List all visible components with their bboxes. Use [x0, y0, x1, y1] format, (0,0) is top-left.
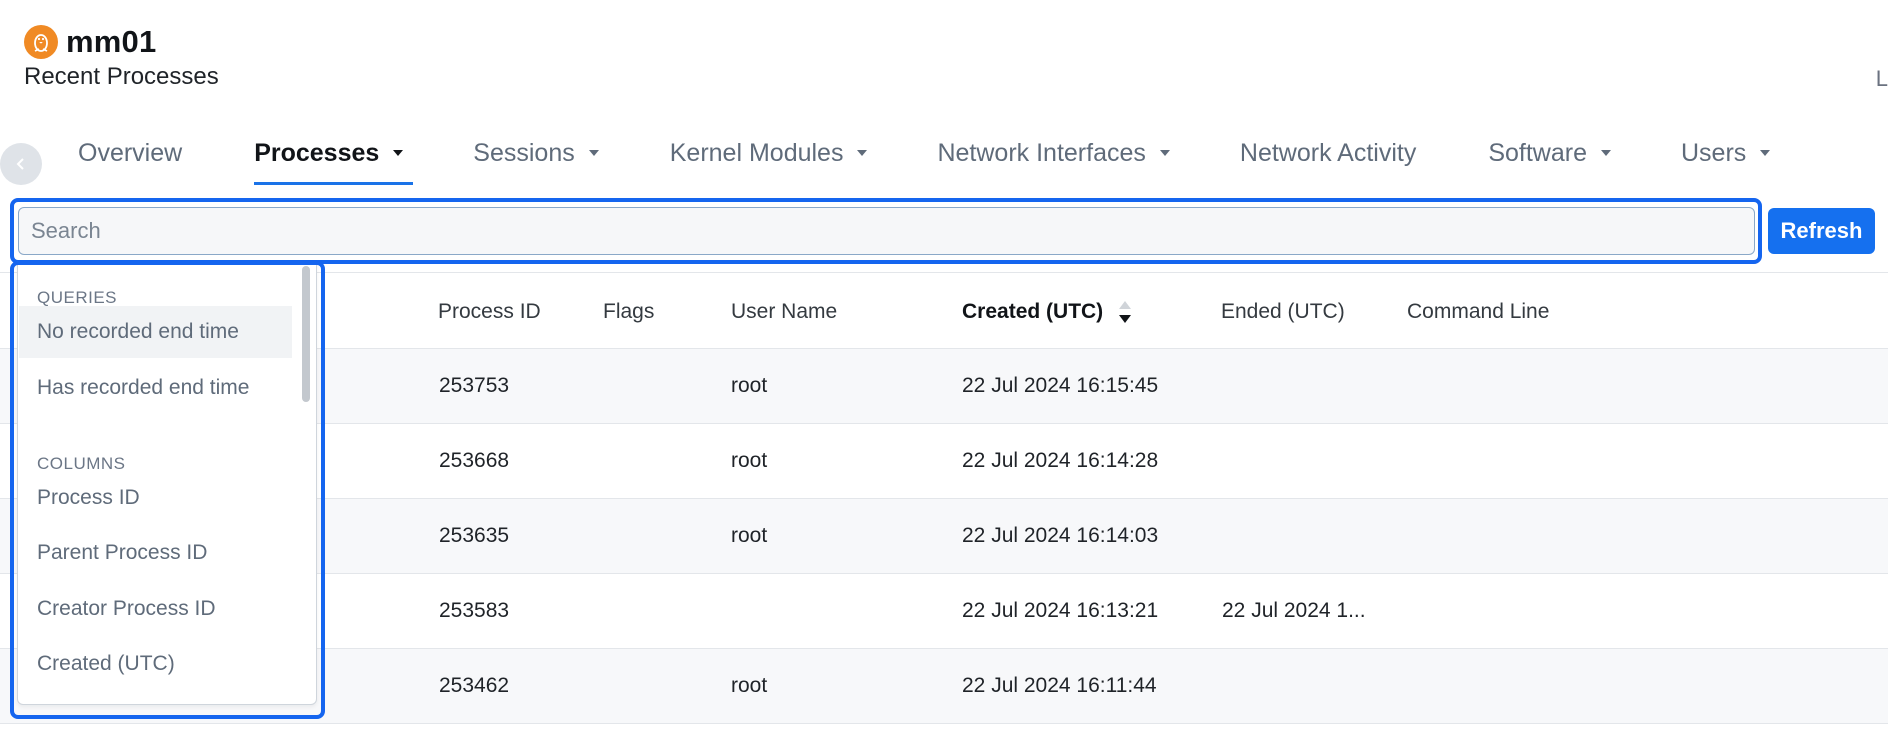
cell-created: 22 Jul 2024 16:15:45: [962, 374, 1159, 397]
column-header-created[interactable]: Created (UTC): [962, 300, 1132, 324]
tab-users[interactable]: Users: [1681, 132, 1771, 174]
chevron-left-icon: [16, 158, 24, 170]
tab-label: Network Interfaces: [937, 138, 1146, 167]
tab-label: Kernel Modules: [669, 138, 844, 167]
cell-created: 22 Jul 2024 16:11:44: [962, 674, 1157, 697]
column-header-process-id[interactable]: Process ID: [438, 300, 541, 324]
tab-label: Sessions: [473, 138, 575, 167]
host-header: mm01: [24, 24, 156, 60]
tab-processes[interactable]: Processes: [254, 132, 414, 185]
caret-down-icon: [857, 150, 868, 156]
caret-down-icon: [588, 150, 599, 156]
page-subtitle: Recent Processes: [24, 63, 219, 90]
tab-sessions[interactable]: Sessions: [473, 132, 599, 174]
sort-arrows-icon: [1119, 301, 1132, 324]
caret-down-icon: [1601, 150, 1611, 156]
cell-process-id: 253462: [439, 674, 510, 697]
column-header-user-name[interactable]: User Name: [731, 300, 837, 324]
cell-user-name: root: [731, 449, 768, 472]
tab-label: Overview: [78, 138, 183, 167]
tab-overview[interactable]: Overview: [78, 132, 182, 174]
dropdown-highlight-frame: [10, 261, 325, 719]
tab-network-activity[interactable]: Network Activity: [1240, 132, 1416, 174]
cell-user-name: root: [731, 374, 768, 397]
search-input[interactable]: [18, 207, 1755, 255]
column-header-label: Created (UTC): [962, 300, 1104, 323]
caret-down-icon: [393, 150, 404, 156]
cell-process-id: 253753: [439, 374, 510, 397]
cell-process-id: 253583: [439, 599, 510, 622]
cell-ended: 22 Jul 2024 1...: [1222, 599, 1366, 622]
column-header-flags[interactable]: Flags: [603, 300, 654, 324]
cell-process-id: 253635: [439, 524, 510, 547]
tab-label: Network Activity: [1239, 138, 1417, 167]
cell-process-id: 253668: [439, 449, 510, 472]
column-header-command-line[interactable]: Command Line: [1407, 300, 1549, 324]
refresh-button[interactable]: Refresh: [1768, 208, 1875, 254]
host-name: mm01: [66, 24, 157, 59]
cell-created: 22 Jul 2024 16:13:21: [962, 599, 1159, 622]
cell-user-name: root: [731, 674, 768, 697]
tabs-scroll-left-button[interactable]: [0, 143, 42, 185]
tab-label: Software: [1488, 138, 1587, 167]
linux-tux-icon: [24, 25, 58, 59]
column-header-ended[interactable]: Ended (UTC): [1221, 300, 1345, 324]
caret-down-icon: [1159, 150, 1170, 156]
tab-bar: Overview Processes Sessions Kernel Modul…: [78, 132, 1771, 186]
cell-created: 22 Jul 2024 16:14:03: [962, 524, 1159, 547]
tab-software[interactable]: Software: [1488, 132, 1611, 174]
tab-network-interfaces[interactable]: Network Interfaces: [937, 132, 1170, 174]
caret-down-icon: [1760, 150, 1771, 156]
tab-kernel-modules[interactable]: Kernel Modules: [670, 132, 868, 174]
cell-created: 22 Jul 2024 16:14:28: [962, 449, 1159, 472]
clipped-header-text: L: [1875, 66, 1888, 91]
tab-label: Processes: [254, 138, 380, 167]
tab-label: Users: [1681, 138, 1747, 167]
cell-user-name: root: [731, 524, 768, 547]
